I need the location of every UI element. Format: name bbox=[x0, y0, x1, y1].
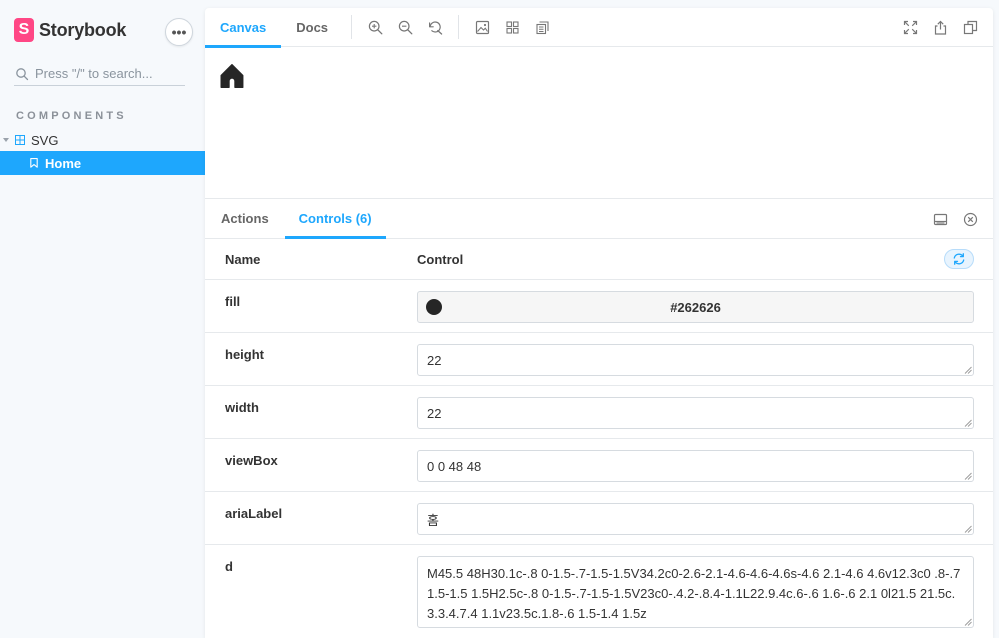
tab-canvas[interactable]: Canvas bbox=[205, 8, 282, 48]
grid-button[interactable] bbox=[497, 8, 527, 47]
control-name: ariaLabel bbox=[225, 506, 283, 521]
panel-bottom-icon bbox=[933, 213, 947, 225]
height-value: 22 bbox=[427, 352, 442, 368]
resize-grip-icon[interactable] bbox=[964, 419, 972, 427]
zoom-in-button[interactable] bbox=[360, 8, 390, 47]
home-icon bbox=[220, 64, 244, 88]
zoom-in-icon bbox=[368, 20, 382, 35]
share-button[interactable] bbox=[925, 8, 955, 47]
control-row-height: height 22 bbox=[205, 333, 993, 386]
width-value: 22 bbox=[427, 405, 442, 421]
controls-header: Name Control bbox=[205, 239, 993, 280]
width-textarea[interactable]: 22 bbox=[417, 397, 974, 429]
toolbar-divider bbox=[458, 15, 460, 39]
resize-grip-icon[interactable] bbox=[964, 472, 972, 480]
control-name: height bbox=[225, 347, 264, 362]
copy-icon bbox=[963, 20, 977, 35]
fullscreen-icon bbox=[903, 20, 917, 35]
zoom-reset-button[interactable] bbox=[420, 8, 450, 47]
addons-tabs: Actions Controls (6) bbox=[205, 199, 993, 239]
sidebar-item-home[interactable]: Home bbox=[0, 151, 205, 175]
viewbox-textarea[interactable]: 0 0 48 48 bbox=[417, 450, 974, 482]
image-icon bbox=[475, 20, 489, 35]
column-header-name: Name bbox=[225, 251, 261, 267]
main-panel: Canvas Docs Actions Controls (6) Name Co… bbox=[205, 8, 993, 638]
control-row-d: d M45.5 48H30.1c-.8 0-1.5-.7-1.5-1.5V34.… bbox=[205, 545, 993, 638]
control-row-arialabel: ariaLabel 홈 bbox=[205, 492, 993, 545]
outline-button[interactable] bbox=[527, 8, 557, 47]
panel-position-button[interactable] bbox=[925, 204, 955, 234]
d-value: M45.5 48H30.1c-.8 0-1.5-.7-1.5-1.5V34.2c… bbox=[427, 566, 961, 621]
control-name: d bbox=[225, 559, 233, 574]
fullscreen-button[interactable] bbox=[895, 8, 925, 47]
grid-icon bbox=[505, 21, 519, 34]
canvas-preview bbox=[205, 48, 993, 198]
tab-actions[interactable]: Actions bbox=[205, 199, 285, 238]
control-name: width bbox=[225, 400, 259, 415]
d-textarea[interactable]: M45.5 48H30.1c-.8 0-1.5-.7-1.5-1.5V34.2c… bbox=[417, 556, 974, 628]
sidebar: S Storybook ••• COMPONENTS SVG Home bbox=[0, 0, 205, 638]
resize-grip-icon[interactable] bbox=[964, 366, 972, 374]
control-row-width: width 22 bbox=[205, 386, 993, 439]
copy-link-button[interactable] bbox=[955, 8, 985, 47]
zoom-reset-icon bbox=[428, 21, 442, 35]
reset-controls-button[interactable] bbox=[944, 249, 974, 269]
toolbar-divider bbox=[351, 15, 353, 39]
refresh-icon bbox=[953, 253, 965, 265]
addons-panel: Actions Controls (6) Name Control fill #… bbox=[205, 198, 993, 638]
arialabel-value: 홈 bbox=[427, 512, 439, 528]
storybook-logo-icon: S bbox=[14, 18, 34, 42]
color-picker-fill[interactable]: #262626 bbox=[417, 291, 974, 323]
tab-controls[interactable]: Controls (6) bbox=[284, 199, 386, 239]
height-textarea[interactable]: 22 bbox=[417, 344, 974, 376]
column-header-control: Control bbox=[417, 251, 464, 267]
zoom-out-icon bbox=[398, 20, 412, 35]
control-row-viewbox: viewBox 0 0 48 48 bbox=[205, 439, 993, 492]
close-panel-button[interactable] bbox=[955, 204, 985, 234]
control-row-fill: fill #262626 bbox=[205, 280, 993, 333]
arialabel-textarea[interactable]: 홈 bbox=[417, 503, 974, 535]
caret-down-icon bbox=[3, 138, 9, 142]
brand[interactable]: S Storybook bbox=[14, 18, 126, 42]
viewbox-value: 0 0 48 48 bbox=[427, 458, 482, 474]
brand-name: Storybook bbox=[39, 19, 127, 40]
toolbar: Canvas Docs bbox=[205, 8, 993, 48]
close-icon bbox=[963, 212, 977, 226]
search-input[interactable] bbox=[35, 66, 185, 81]
bookmark-icon bbox=[30, 158, 38, 168]
share-icon bbox=[934, 20, 946, 35]
tree-group-svg[interactable]: SVG bbox=[0, 129, 205, 151]
resize-grip-icon[interactable] bbox=[964, 525, 972, 533]
search-icon bbox=[16, 67, 29, 80]
tree-group-label: SVG bbox=[31, 132, 59, 148]
zoom-out-button[interactable] bbox=[390, 8, 420, 47]
control-name: viewBox bbox=[225, 453, 278, 468]
menu-button[interactable]: ••• bbox=[165, 18, 193, 46]
background-button[interactable] bbox=[467, 8, 497, 47]
outline-icon bbox=[535, 21, 549, 35]
resize-grip-icon[interactable] bbox=[964, 618, 972, 626]
search-box[interactable] bbox=[14, 62, 185, 86]
tab-docs[interactable]: Docs bbox=[281, 8, 343, 47]
control-name: fill bbox=[225, 294, 241, 309]
components-section-title: COMPONENTS bbox=[16, 110, 127, 122]
component-icon bbox=[15, 135, 25, 145]
color-value: #262626 bbox=[670, 299, 721, 315]
sidebar-item-label: Home bbox=[45, 155, 82, 171]
